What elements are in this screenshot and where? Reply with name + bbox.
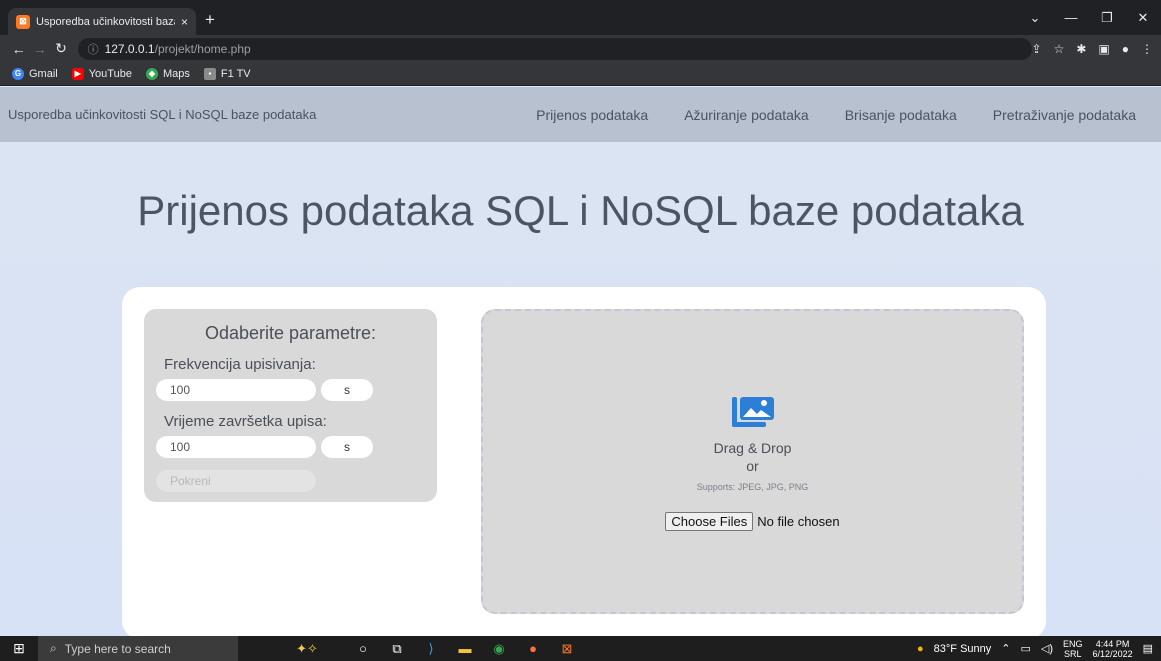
google-icon: G: [12, 67, 24, 80]
browser-toolbar: ← → ↻ ⓘ 127.0.0.1 /projekt/home.php ⇪ ☆ …: [0, 35, 1161, 62]
weather-text[interactable]: 83°F Sunny: [934, 643, 992, 655]
reload-icon[interactable]: ↻: [50, 40, 71, 57]
system-tray: ● 83°F Sunny ⌃ ▭ ◁) ENG SRL 4:44 PM 6/12…: [917, 639, 1161, 659]
nav-azuriranje[interactable]: Ažuriranje podataka: [684, 107, 809, 123]
taskbar-search[interactable]: ⌕ Type here to search: [38, 636, 238, 661]
frequency-label: Frekvencija upisivanja:: [164, 356, 316, 373]
window-controls: ⌄ — ❐ ✕: [1017, 0, 1161, 35]
bookmark-label: F1 TV: [220, 67, 251, 80]
weather-icon: ●: [917, 642, 924, 655]
tab-search-icon[interactable]: ⌄: [1017, 10, 1053, 26]
info-icon[interactable]: ⓘ: [88, 41, 99, 57]
file-dropzone[interactable]: Drag & Drop or Supports: JPEG, JPG, PNG …: [481, 309, 1024, 614]
close-tab-icon[interactable]: ×: [181, 15, 188, 29]
extensions-icon[interactable]: ✱: [1076, 42, 1086, 56]
page-title: Prijenos podataka SQL i NoSQL baze podat…: [137, 187, 1024, 234]
end-time-label: Vrijeme završetka upisa:: [164, 413, 327, 430]
windows-taskbar: ⊞ ⌕ Type here to search ✦✧ ○ ⧉ ⟩ ▬ ◉ ● ⊠…: [0, 636, 1161, 661]
address-bar[interactable]: ⓘ 127.0.0.1 /projekt/home.php: [77, 37, 1032, 60]
nav-prijenos[interactable]: Prijenos podataka: [536, 107, 648, 123]
maps-pin-icon: ◆: [145, 67, 158, 80]
clock-time: 4:44 PM: [1095, 638, 1130, 649]
frequency-input[interactable]: [156, 379, 316, 401]
tab-title: Usporedba učinkovitosti baza: [36, 15, 175, 28]
url-path: /projekt/home.php: [154, 41, 251, 56]
url-host: 127.0.0.1: [104, 41, 155, 56]
tray-chevron-icon[interactable]: ⌃: [1001, 642, 1010, 655]
bookmark-star-icon[interactable]: ☆: [1054, 42, 1065, 56]
volume-icon[interactable]: ◁): [1041, 642, 1053, 655]
task-view-icon[interactable]: ⧉: [388, 640, 406, 658]
minimize-icon[interactable]: —: [1053, 10, 1089, 25]
end-time-input[interactable]: [156, 436, 316, 458]
bookmark-label: Maps: [162, 67, 190, 80]
start-button[interactable]: Pokreni: [156, 470, 316, 492]
cortana-icon[interactable]: ○: [354, 640, 372, 658]
dropzone-content: Drag & Drop or Supports: JPEG, JPG, PNG …: [483, 395, 1022, 531]
site-brand[interactable]: Usporedba učinkovitosti SQL i NoSQL baze…: [8, 107, 316, 122]
main-card: Odaberite parametre: Frekvencija upisiva…: [122, 287, 1046, 639]
file-input: Choose Files No file chosen: [483, 512, 1022, 531]
close-window-icon[interactable]: ✕: [1125, 10, 1161, 26]
taskbar-search-placeholder: Type here to search: [64, 641, 171, 656]
file-status: No file chosen: [757, 514, 840, 529]
parameters-panel: Odaberite parametre: Frekvencija upisiva…: [144, 309, 437, 502]
xampp-icon[interactable]: ⊠: [558, 640, 576, 658]
lang-bottom: SRL: [1064, 648, 1082, 659]
windows-start-icon[interactable]: ⊞: [0, 640, 38, 657]
file-explorer-icon[interactable]: ▬: [456, 640, 474, 658]
bookmark-f1tv[interactable]: ▪ F1 TV: [203, 67, 251, 80]
xampp-favicon-icon: ⊠: [16, 14, 30, 29]
bookmarks-bar: G Gmail ▶ YouTube ◆ Maps ▪ F1 TV: [0, 62, 1161, 86]
dropzone-supports: Supports: JPEG, JPG, PNG: [696, 482, 809, 492]
language-indicator[interactable]: ENG SRL: [1063, 639, 1083, 659]
search-icon: ⌕: [50, 641, 57, 655]
back-arrow-icon[interactable]: ←: [8, 41, 29, 57]
frequency-unit: s: [321, 379, 373, 401]
menu-icon[interactable]: ⋮: [1141, 42, 1153, 56]
youtube-icon: ▶: [71, 67, 84, 80]
browser-tab[interactable]: ⊠ Usporedba učinkovitosti baza ×: [8, 8, 196, 35]
site-navbar: Usporedba učinkovitosti SQL i NoSQL baze…: [0, 87, 1161, 142]
frequency-row: s: [156, 379, 417, 401]
notifications-icon[interactable]: ▤: [1143, 642, 1153, 655]
forward-arrow-icon[interactable]: →: [29, 41, 50, 57]
web-page: Usporedba učinkovitosti SQL i NoSQL baze…: [0, 87, 1161, 639]
bookmark-youtube[interactable]: ▶ YouTube: [71, 67, 132, 80]
bookmark-maps[interactable]: ◆ Maps: [145, 67, 190, 80]
chrome-icon[interactable]: ◉: [490, 640, 508, 658]
share-icon[interactable]: ⇪: [1032, 42, 1042, 56]
nav-brisanje[interactable]: Brisanje podataka: [845, 107, 957, 123]
end-time-unit: s: [321, 436, 373, 458]
clock-date: 6/12/2022: [1092, 648, 1133, 659]
vscode-icon[interactable]: ⟩: [422, 640, 440, 658]
dropzone-or: or: [746, 458, 759, 474]
bookmark-label: YouTube: [88, 67, 132, 80]
f1tv-icon: ▪: [203, 67, 216, 80]
restore-icon[interactable]: ❐: [1089, 10, 1125, 26]
bookmark-label: Gmail: [29, 67, 58, 80]
nav-links: Prijenos podataka Ažuriranje podataka Br…: [536, 107, 1136, 123]
nav-pretrazivanje[interactable]: Pretraživanje podataka: [993, 107, 1136, 123]
dropzone-title: Drag & Drop: [713, 440, 792, 456]
new-tab-button[interactable]: +: [205, 11, 215, 28]
firefox-icon[interactable]: ●: [524, 640, 542, 658]
images-icon: [730, 395, 776, 427]
browser-tab-strip: ⊠ Usporedba učinkovitosti baza × + ⌄ — ❐…: [0, 0, 1161, 35]
choose-files-button[interactable]: Choose Files: [665, 512, 754, 531]
bookmark-gmail[interactable]: G Gmail: [12, 67, 58, 80]
toolbar-actions: ⇪ ☆ ✱ ▣ ● ⋮: [1032, 42, 1153, 56]
widgets-icon[interactable]: ✦✧: [276, 640, 338, 658]
clock[interactable]: 4:44 PM 6/12/2022: [1093, 639, 1133, 659]
taskbar-apps: ✦✧ ○ ⧉ ⟩ ▬ ◉ ● ⊠: [276, 640, 576, 658]
network-icon[interactable]: ▭: [1021, 642, 1031, 655]
end-time-row: s: [156, 436, 417, 458]
parameters-heading: Odaberite parametre:: [204, 323, 377, 343]
lang-top: ENG: [1063, 638, 1083, 649]
side-panel-icon[interactable]: ▣: [1098, 42, 1109, 56]
profile-icon[interactable]: ●: [1122, 42, 1129, 56]
